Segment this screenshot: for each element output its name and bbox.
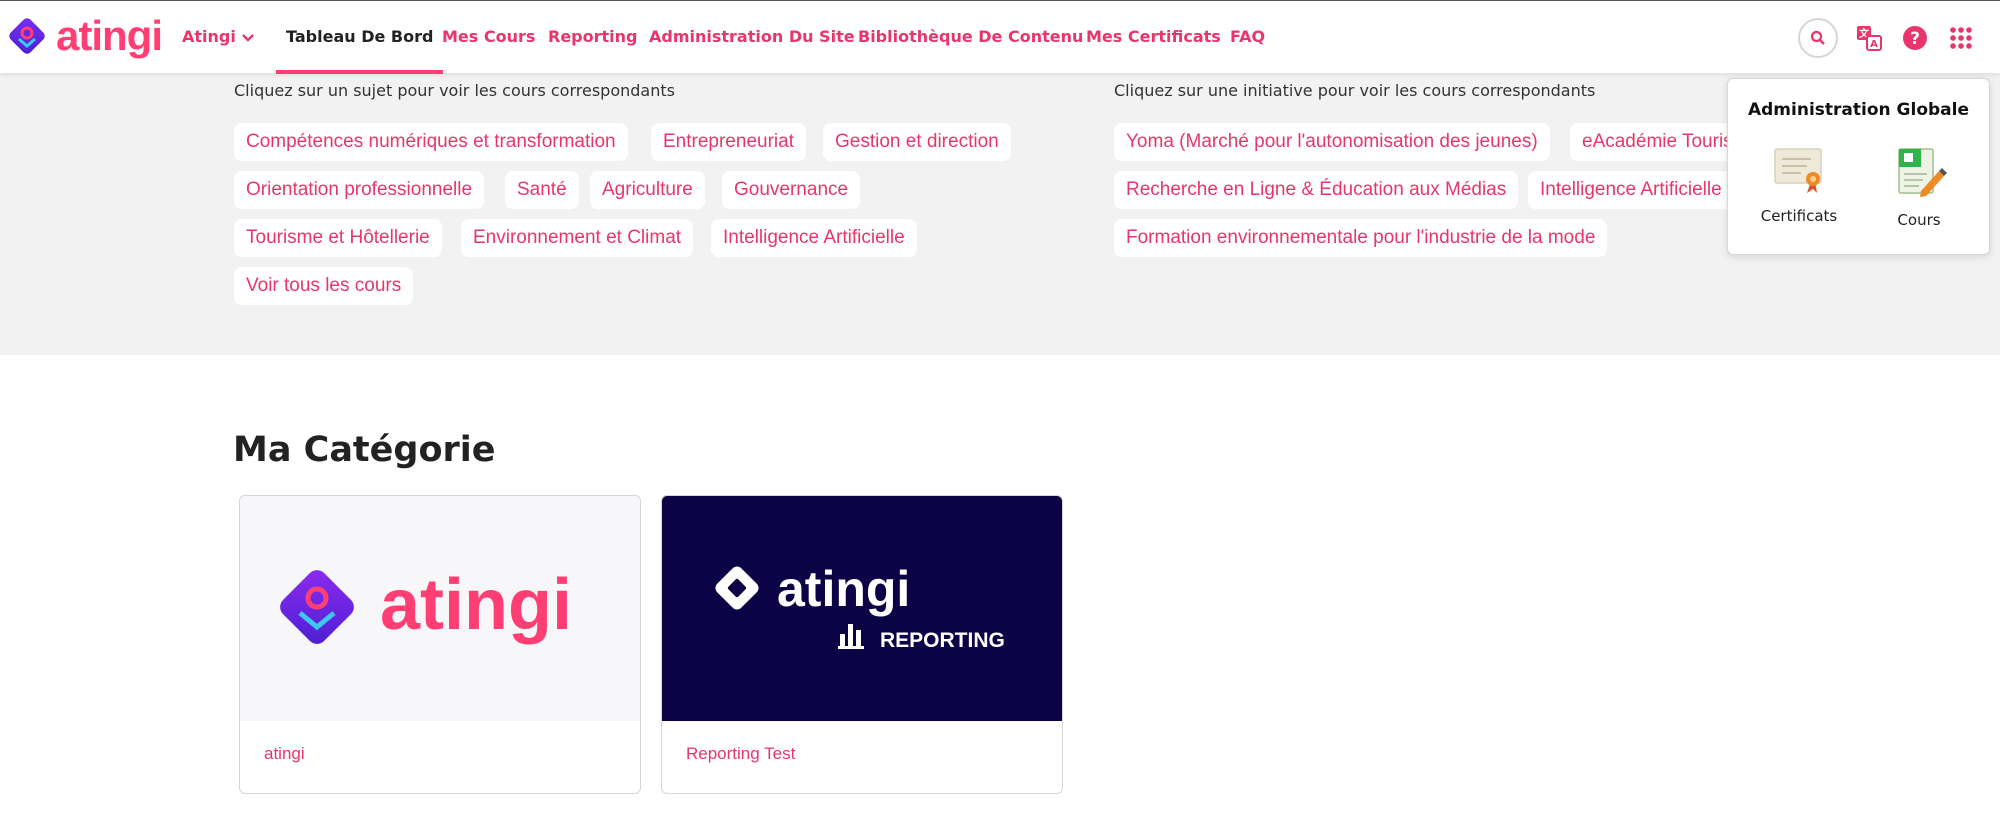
apps-grid-icon [1950,27,1972,49]
nav-faq[interactable]: FAQ [1230,1,1265,74]
course-card-image: atingi REPORTING [662,496,1062,721]
subject-chip[interactable]: Environnement et Climat [461,219,694,257]
atingi-logo-icon [9,18,45,54]
initiative-chip[interactable]: Yoma (Marché pour l'autonomisation des j… [1114,123,1550,161]
bar-chart-icon [838,624,864,649]
nav-mes-certificats[interactable]: Mes Certificats [1086,1,1221,74]
atingi-reporting-image: atingi REPORTING [715,561,1005,652]
org-switcher-label: Atingi [182,27,236,46]
org-switcher[interactable]: Atingi [182,1,254,74]
top-navbar: atingi Atingi Tableau De Bord Mes Cours … [0,0,2000,74]
global-admin-popover: Administration Globale Certificats Cours [1727,78,1990,255]
course-card-atingi[interactable]: atingi atingi [239,495,641,794]
chevron-down-icon [241,33,254,42]
popover-title: Administration Globale [1747,100,1969,120]
nav-bibliotheque-de-contenu[interactable]: Bibliothèque De Contenu [858,1,1083,74]
subject-chip[interactable]: Tourisme et Hôtellerie [234,219,442,257]
initiative-chip[interactable]: Intelligence Artificielle [1528,171,1734,209]
help-icon: ? [1903,26,1927,50]
card-logo-text: atingi [380,565,572,645]
search-icon [1810,30,1825,45]
apps-menu-button[interactable] [1946,23,1976,53]
certificate-icon [1774,148,1822,193]
nav-reporting[interactable]: Reporting [548,1,637,74]
popover-certificats[interactable]: Certificats [1739,143,1859,225]
language-button[interactable]: 文 A [1854,23,1884,53]
subject-chip[interactable]: Gouvernance [722,171,861,209]
subjects-section: Cliquez sur un sujet pour voir les cours… [0,73,2000,355]
nav-mes-cours[interactable]: Mes Cours [442,1,535,74]
subject-chip[interactable]: Gestion et direction [823,123,1011,161]
atingi-logo[interactable]: atingi [6,12,163,59]
popover-cours-label: Cours [1897,211,1941,229]
course-edit-icon [1898,148,1947,197]
svg-text:?: ? [1910,29,1920,49]
nav-tableau-de-bord[interactable]: Tableau De Bord [275,1,444,74]
course-card-reporting-test[interactable]: atingi REPORTING Reporting Test [661,495,1063,794]
initiatives-hint: Cliquez sur une initiative pour voir les… [1114,81,1596,100]
course-card-label: atingi [264,744,305,763]
search-button[interactable] [1798,18,1838,58]
subject-chip[interactable]: Agriculture [590,171,705,209]
translate-icon: 文 A [1857,26,1882,51]
popover-cours[interactable]: Cours [1859,143,1979,229]
subjects-hint: Cliquez sur un sujet pour voir les cours… [234,81,675,100]
view-all-courses-chip[interactable]: Voir tous les cours [234,267,414,305]
help-button[interactable]: ? [1900,23,1930,53]
card-logo-text: atingi [777,561,910,617]
initiative-chip[interactable]: Recherche en Ligne & Éducation aux Média… [1114,171,1519,209]
card-logo-subtext: REPORTING [880,629,1005,652]
subject-chip[interactable]: Entrepreneuriat [651,123,806,161]
subject-chip[interactable]: Santé [505,171,579,209]
course-card-image: atingi [240,496,640,721]
category-title: Ma Catégorie [233,430,496,470]
popover-certificats-label: Certificats [1760,207,1838,225]
nav-administration-du-site[interactable]: Administration Du Site [649,1,855,74]
logo-text: atingi [56,12,163,59]
initiative-chip[interactable]: Formation environnementale pour l'indust… [1114,219,1608,257]
atingi-logo-image: atingi [280,565,572,645]
subject-chip[interactable]: Compétences numériques et transformation [234,123,628,161]
subject-chip[interactable]: Intelligence Artificielle [711,219,917,257]
subject-chip[interactable]: Orientation professionnelle [234,171,485,209]
svg-text:A: A [1870,39,1878,50]
course-card-label: Reporting Test [686,744,796,763]
